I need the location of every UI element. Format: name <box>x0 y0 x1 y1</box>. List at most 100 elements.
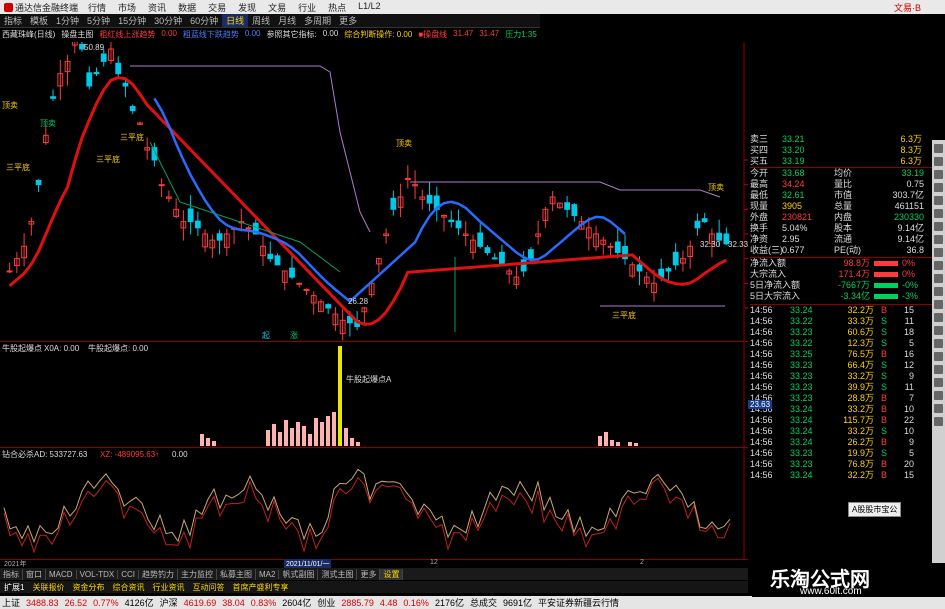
menu-item-2[interactable]: 资讯 <box>142 1 172 14</box>
menu-item-4[interactable]: 交易 <box>202 1 232 14</box>
info-item-9: ■操盘线 <box>418 30 448 39</box>
period-11[interactable]: 更多 <box>335 14 361 27</box>
signal-buy-1: 三平底 <box>6 162 30 172</box>
candle <box>325 303 332 314</box>
stat-value: 5.04% <box>782 223 808 233</box>
menu-item-0[interactable]: 行情 <box>82 1 112 14</box>
cy-label[interactable]: 创业 <box>317 596 335 609</box>
indicator-tab-3[interactable]: VOL-TDX <box>77 569 119 579</box>
ext-tab-0[interactable]: 扩展1 <box>0 582 28 593</box>
indicator-tab-8[interactable]: MA2 <box>256 569 280 579</box>
sub1-histogram[interactable]: 牛股起爆点X0A: 0.00牛股起爆点: 0.0040.0020.00牛股起爆点… <box>0 342 773 448</box>
menu-item-7[interactable]: 行业 <box>292 1 322 14</box>
indicator-tab-11[interactable]: 更多 <box>357 568 381 580</box>
toolbar-tool-icon[interactable] <box>934 417 943 426</box>
resistance-line-2 <box>410 181 721 198</box>
tick-count: 5 <box>908 338 914 348</box>
toolbar-tool-icon[interactable] <box>934 365 943 374</box>
sub2-oscillator[interactable]: 钻合必杀AD: 533727.63XZ: -489095.63↑0.003000… <box>0 448 777 560</box>
tick-list[interactable]: 14:56 33.24 32.2万 B 15 14:56 33.22 33.3万 S 11 14:5… <box>750 304 932 481</box>
order-book: 卖三 33.21 6.3万 买四 33.20 8.3万 买五 33.19 6.3万 <box>750 134 932 167</box>
toolbar-tool-icon[interactable] <box>934 170 943 179</box>
candle <box>129 104 136 114</box>
main-chart-panel[interactable]: 40.0038.0036.0034.0032.0030.0028.0050.89… <box>0 30 773 342</box>
toolbar-tool-icon[interactable] <box>934 235 943 244</box>
stat-value2: 36.8 <box>906 245 924 255</box>
toolbar-tool-icon[interactable] <box>934 196 943 205</box>
period-7[interactable]: 日线 <box>222 14 249 27</box>
menu-item-8[interactable]: 热点 <box>322 1 352 14</box>
menu-item-5[interactable]: 发现 <box>232 1 262 14</box>
sub-chart-2[interactable]: 钻合必杀AD: 533727.63XZ: -489095.63↑0.003000… <box>0 448 777 560</box>
toolbar-tool-icon[interactable] <box>934 339 943 348</box>
candle <box>549 191 556 212</box>
stat-value: 230821 <box>782 212 813 222</box>
toolbar-tool-icon[interactable] <box>934 326 943 335</box>
toolbar-tool-icon[interactable] <box>934 300 943 309</box>
indicator-tab-6[interactable]: 主力监控 <box>178 568 218 580</box>
candlestick-chart[interactable]: 40.0038.0036.0034.0032.0030.0028.0050.89… <box>0 30 773 342</box>
toolbar-tool-icon[interactable] <box>934 248 943 257</box>
sub-chart-1[interactable]: 牛股起爆点X0A: 0.00牛股起爆点: 0.0040.0020.00牛股起爆点… <box>0 342 773 448</box>
period-1[interactable]: 模板 <box>26 14 52 27</box>
toolbar-tool-icon[interactable] <box>934 261 943 270</box>
sh-label[interactable]: 上证 <box>2 596 20 609</box>
toolbar-tool-icon[interactable] <box>934 391 943 400</box>
toolbar-tool-icon[interactable] <box>934 157 943 166</box>
menu-item-3[interactable]: 数据 <box>172 1 202 14</box>
toolbar-tool-icon[interactable] <box>934 313 943 322</box>
period-0[interactable]: 指标 <box>0 14 26 27</box>
period-5[interactable]: 30分钟 <box>150 14 186 27</box>
ext-tab-3[interactable]: 综合资讯 <box>108 582 148 593</box>
indicator-tab-1[interactable]: 窗口 <box>23 568 46 580</box>
candle <box>202 229 208 253</box>
tick-vol: 76.5万 <box>847 349 874 359</box>
candle <box>614 227 621 259</box>
period-2[interactable]: 1分钟 <box>52 14 83 27</box>
sz-label[interactable]: 沪深 <box>160 596 178 609</box>
period-8[interactable]: 周线 <box>248 14 274 27</box>
toolbar-tool-icon[interactable] <box>934 287 943 296</box>
ext-tab-4[interactable]: 行业资讯 <box>148 582 188 593</box>
period-4[interactable]: 15分钟 <box>114 14 150 27</box>
candle <box>158 178 165 198</box>
toolbar-tool-icon[interactable] <box>934 274 943 283</box>
toolbar-tool-icon[interactable] <box>934 144 943 153</box>
indicator-tab-5[interactable]: 趋势钓力 <box>139 568 179 580</box>
indicator-tab-10[interactable]: 测式主图 <box>318 568 358 580</box>
stat-key: 今开 <box>750 168 769 178</box>
candle <box>223 228 230 257</box>
toolbar-tool-icon[interactable] <box>934 222 943 231</box>
indicator-tab-7[interactable]: 私募主图 <box>217 568 257 580</box>
toolbar-tool-icon[interactable] <box>934 352 943 361</box>
toolbar-tool-icon[interactable] <box>934 404 943 413</box>
menu-item-1[interactable]: 市场 <box>112 1 142 14</box>
period-9[interactable]: 月线 <box>274 14 300 27</box>
indicator-tab-4[interactable]: CCI <box>118 569 140 579</box>
ext-tab-5[interactable]: 互动问答 <box>188 582 228 593</box>
indicator-tab-2[interactable]: MACD <box>46 569 77 579</box>
period-6[interactable]: 60分钟 <box>186 14 222 27</box>
histogram-bar <box>206 438 210 446</box>
candle <box>93 67 100 76</box>
notice-popup[interactable]: A股股市宝公 <box>848 502 902 517</box>
ext-tab-6[interactable]: 首席产盛利专享 <box>228 582 292 593</box>
toolbar-tool-icon[interactable] <box>934 209 943 218</box>
ext-tab-2[interactable]: 资金分布 <box>68 582 108 593</box>
extension-tabs: 扩展1 关联报价 资金分布 综合资讯 行业资讯 互动问答 首席产盛利专享 <box>0 581 748 593</box>
menu-item-9[interactable]: L1/L2 <box>352 1 387 14</box>
stat-row: 最高 34.24 量比 0.75 <box>750 179 932 190</box>
period-10[interactable]: 多周期 <box>300 14 335 27</box>
toolbar-tool-icon[interactable] <box>934 378 943 387</box>
indicator-tab-12[interactable]: 设置 <box>380 568 404 580</box>
indicator-info-bar: 西藏珠峰(日线) 操盘主图 粗红线上涨趋势 0.00 粗蓝线下跌趋势 0.00 参照其它指标… <box>0 29 540 41</box>
menu-item-6[interactable]: 文易 <box>262 1 292 14</box>
menu-right-label[interactable]: 文易·B <box>894 1 945 14</box>
period-3[interactable]: 5分钟 <box>83 14 114 27</box>
indicator-tab-9[interactable]: 帆式副图 <box>279 568 319 580</box>
flow-value: 98.8万 <box>843 258 870 268</box>
candle <box>462 220 469 247</box>
indicator-tab-0[interactable]: 指标 <box>0 568 23 580</box>
toolbar-tool-icon[interactable] <box>934 183 943 192</box>
ext-tab-1[interactable]: 关联报价 <box>28 582 68 593</box>
